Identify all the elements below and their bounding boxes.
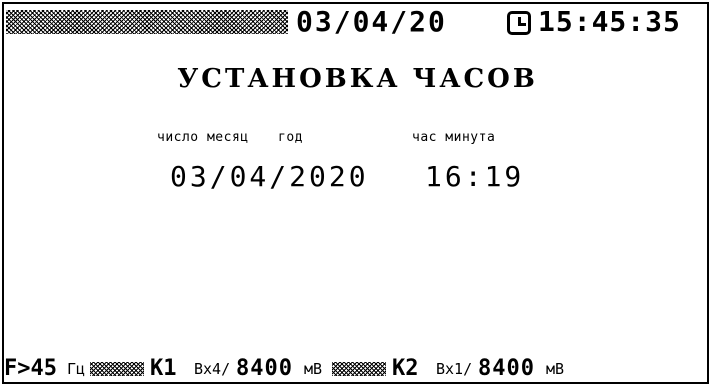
k1-input: Вх4/	[194, 360, 231, 378]
k2-label: К2	[392, 356, 419, 381]
status-hatch-1	[90, 362, 144, 376]
status-hatch-2	[332, 362, 386, 376]
k1-value: 8400	[236, 356, 293, 381]
k2-value: 8400	[478, 356, 535, 381]
top-hatch-bar	[6, 10, 288, 34]
header-time: 15:45:35	[538, 5, 681, 38]
k2-input: Вх1/	[436, 360, 473, 378]
freq-unit: Гц	[67, 360, 86, 378]
date-value-field[interactable]: 03/04/2020	[170, 160, 369, 194]
hour-minute-label: час минута	[412, 130, 496, 145]
year-label: год	[278, 130, 303, 145]
day-month-label: число месяц	[157, 130, 249, 145]
clock-icon	[507, 11, 531, 35]
freq-prefix: F>45	[4, 356, 57, 381]
time-value-field[interactable]: 16:19	[425, 160, 524, 194]
k1-unit: мВ	[304, 360, 323, 378]
k2-unit: мВ	[546, 360, 565, 378]
k1-label: К1	[150, 356, 177, 381]
header-date: 03/04/20	[296, 5, 447, 38]
status-bar: F>45 Гц К1 Вх4/ 8400 мВ К2 Вх1/ 8400 мВ	[4, 356, 711, 382]
page-title: УСТАНОВКА ЧАСОВ	[177, 64, 538, 94]
